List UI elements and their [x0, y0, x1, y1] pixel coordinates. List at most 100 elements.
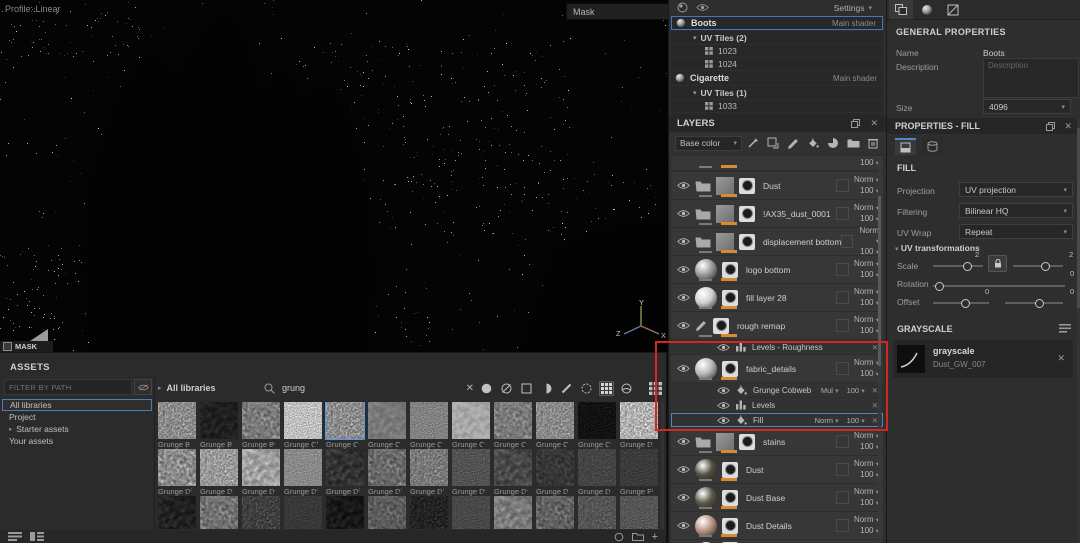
resource-list-icon[interactable]: [1059, 324, 1071, 333]
effect-opacity[interactable]: 100 ▾: [847, 386, 865, 395]
particle-filter-icon[interactable]: [580, 382, 593, 395]
asset-thumb-grunge-co-[interactable]: Grunge Co..: [410, 402, 448, 449]
layer-row-dust[interactable]: Dust Norm ▾ 100 ▾: [671, 456, 883, 483]
layer-material-thumbnail[interactable]: [695, 357, 717, 380]
smart-material-icon[interactable]: [827, 137, 839, 149]
remove-resource-icon[interactable]: ✕: [1057, 353, 1065, 364]
asset-thumb[interactable]: [200, 496, 238, 529]
eye-icon[interactable]: [671, 465, 695, 474]
paint-layer-icon[interactable]: [787, 137, 800, 150]
close-panel-icon[interactable]: ✕: [870, 118, 878, 129]
layer-blend-mode[interactable]: Norm ▾: [854, 203, 879, 212]
asset-thumb-grunge-dir-[interactable]: Grunge Dir..: [158, 449, 196, 496]
scale-x-slider[interactable]: [933, 262, 983, 271]
channel-view-dropdown[interactable]: Mask ▾: [566, 3, 668, 20]
layer-row-displacement-bottom[interactable]: displacement bottom Norm ▾ 100 ▾: [671, 226, 883, 256]
layer-opacity[interactable]: 100 ▾: [860, 186, 879, 195]
environment-filter-icon[interactable]: [620, 382, 633, 395]
asset-thumb-grunge-dir-[interactable]: Grunge Dir..: [410, 449, 448, 496]
effect-row-levels[interactable]: Levels ✕: [671, 398, 883, 412]
delete-icon[interactable]: [868, 137, 878, 149]
library-item-starter-assets[interactable]: ▸ Starter assets: [2, 423, 152, 435]
transfer-icon[interactable]: [767, 137, 779, 149]
layer-blend-mode[interactable]: Norm ▾: [859, 226, 879, 245]
layer-blend-mode[interactable]: Norm ▾: [854, 358, 879, 367]
projection-dropdown[interactable]: UV projection ▾: [959, 182, 1073, 197]
asset-thumb-grunge-d-[interactable]: Grunge D..: [536, 449, 574, 496]
offset-x-slider[interactable]: [933, 299, 989, 308]
details-view-toggle-icon[interactable]: [30, 532, 44, 541]
effect-blend-mode[interactable]: Mul ▾: [821, 386, 839, 395]
eye-icon[interactable]: [671, 321, 695, 330]
asset-thumb-grunge-d-[interactable]: Grunge D..: [578, 449, 616, 496]
layer-opacity[interactable]: 100 ▾: [860, 298, 879, 307]
asset-thumb-grunge-co-[interactable]: Grunge Co..: [536, 402, 574, 449]
tab-projection-mode[interactable]: [922, 138, 943, 155]
asset-thumb-grunge-dv-[interactable]: Grunge Dv..: [452, 449, 490, 496]
texture-set-settings-tab[interactable]: [889, 0, 913, 19]
scale-x-value[interactable]: 2: [975, 250, 979, 259]
layer-opacity[interactable]: 100 ▾: [860, 442, 879, 451]
library-item-all-libraries[interactable]: All libraries: [2, 399, 152, 411]
description-field[interactable]: [983, 58, 1079, 98]
display-settings-tab[interactable]: [941, 0, 965, 19]
layer-blend-mode[interactable]: Norm ▾: [854, 315, 879, 324]
3d-viewport[interactable]: Profile: Linear Mask ▾ Y X Z MASK: [0, 0, 668, 352]
layer-blend-mode[interactable]: Norm ▾: [854, 459, 879, 468]
shader-settings-tab[interactable]: [915, 0, 939, 19]
offset-y-value[interactable]: 0: [1070, 287, 1074, 296]
filter-disabled-icon[interactable]: [134, 379, 152, 395]
asset-thumb[interactable]: [410, 496, 448, 529]
layer-mask-thumbnail[interactable]: [722, 489, 738, 506]
library-item-your-assets[interactable]: Your assets: [2, 435, 152, 447]
layer-row-fill-layer-28[interactable]: fill layer 28 Norm ▾ 100 ▾: [671, 284, 883, 311]
asset-thumb-grunge-bu-[interactable]: Grunge Bu..: [242, 402, 280, 449]
layer-mask-thumbnail[interactable]: [722, 360, 738, 377]
layer-row-stains[interactable]: stains Norm ▾ 100 ▾: [671, 428, 883, 455]
asset-thumb-grunge-b-[interactable]: Grunge B..: [200, 402, 238, 449]
eye-icon[interactable]: [671, 493, 695, 502]
size-dropdown[interactable]: 4096 ▾: [983, 99, 1071, 114]
asset-thumb-grunge-ch-[interactable]: Grunge Ch..: [284, 402, 322, 449]
layer-mask-thumbnail[interactable]: [722, 517, 738, 534]
asset-thumb[interactable]: [536, 496, 574, 529]
texture-filter-icon[interactable]: [540, 382, 553, 395]
asset-thumb[interactable]: [620, 496, 658, 529]
asset-thumb[interactable]: [158, 496, 196, 529]
visibility-eye-icon[interactable]: [696, 3, 709, 12]
layer-mask-thumbnail[interactable]: [739, 205, 755, 222]
effect-blend-mode[interactable]: Norm ▾: [815, 416, 839, 425]
solo-material-icon[interactable]: [677, 2, 688, 13]
asset-thumb[interactable]: [368, 496, 406, 529]
layer-opacity[interactable]: 100 ▾: [860, 526, 879, 535]
uv-transformations-toggle[interactable]: ▾ UV transformations: [895, 243, 980, 253]
layer-opacity[interactable]: 100 ▾: [860, 326, 879, 335]
layer-mask-thumbnail[interactable]: [722, 261, 738, 278]
eye-icon[interactable]: [717, 401, 730, 410]
smart-mask-filter-icon[interactable]: [520, 382, 533, 395]
grayscale-resource-slot[interactable]: grayscale Dust_GW_007 ✕: [893, 340, 1073, 378]
layer-blend-mode[interactable]: Norm ▾: [854, 259, 879, 268]
asset-thumb-grunge-do-[interactable]: Grunge Do..: [200, 449, 238, 496]
asset-thumb-grunge-co-[interactable]: Grunge Co..: [325, 402, 365, 449]
layer-mask-thumbnail[interactable]: [722, 461, 738, 478]
layer-row-logo-bottom[interactable]: logo bottom Norm ▾ 100 ▾: [671, 256, 883, 283]
eye-icon[interactable]: [671, 521, 695, 530]
layers-scrollbar[interactable]: [878, 156, 881, 541]
list-view-toggle-icon[interactable]: [8, 532, 22, 541]
effect-row-levels-roughness[interactable]: Levels - Roughness ✕: [671, 340, 883, 354]
assets-breadcrumb[interactable]: ▸ All libraries: [158, 383, 258, 393]
asset-thumb[interactable]: [452, 496, 490, 529]
layer-material-thumbnail[interactable]: [695, 486, 717, 509]
layer-row-dust-details[interactable]: Dust Details Norm ▾ 100 ▾: [671, 512, 883, 539]
asset-thumb[interactable]: [494, 496, 532, 529]
wand-icon[interactable]: [747, 137, 759, 149]
asset-thumb[interactable]: [326, 496, 364, 529]
effect-row-fill[interactable]: Fill Norm ▾ 100 ▾ ✕: [671, 413, 883, 427]
asset-thumb-grunge-dir-[interactable]: Grunge Dir..: [326, 449, 364, 496]
asset-thumb-grunge-dr-[interactable]: Grunge Dr..: [494, 449, 532, 496]
close-panel-icon[interactable]: ✕: [1064, 121, 1072, 132]
asset-thumb[interactable]: [284, 496, 322, 529]
layer-mask-thumbnail[interactable]: [722, 289, 738, 306]
asset-thumb-grunge-div-[interactable]: Grunge Div..: [368, 449, 406, 496]
